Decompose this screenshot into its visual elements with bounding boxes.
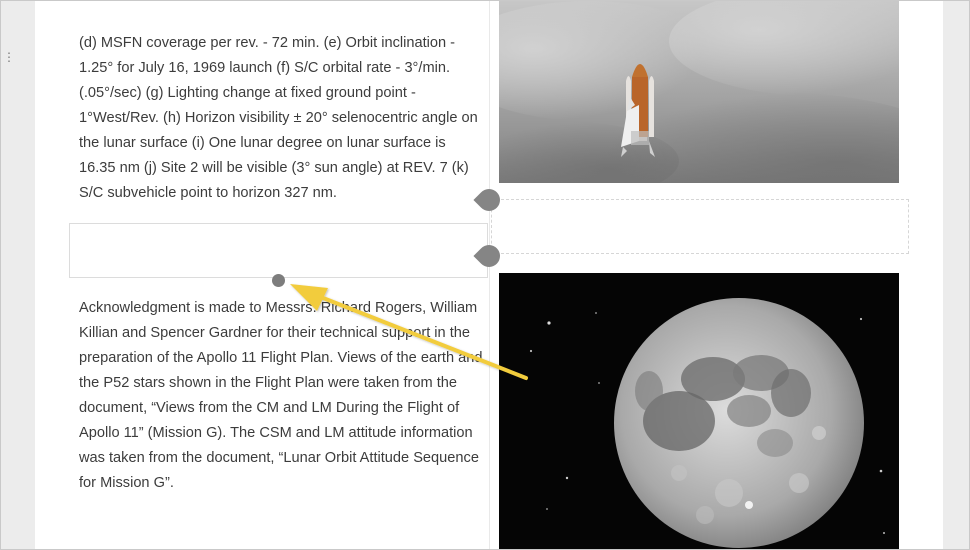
paragraph-block-2[interactable]: Acknowledgment is made to Messrs. Richar…	[79, 296, 484, 496]
column-divider	[489, 1, 490, 549]
drag-handle-icon[interactable]: ⋮	[3, 51, 15, 73]
resize-handle-icon[interactable]	[272, 274, 285, 287]
moon-image[interactable]	[499, 273, 899, 549]
drop-zone-placeholder[interactable]	[491, 199, 909, 254]
editor-window: ⋮ min. (d) MSFN coverage per rev. - 72 m…	[0, 0, 970, 550]
shuttle-image[interactable]	[499, 1, 899, 183]
paragraph-block-1[interactable]: (d) MSFN coverage per rev. - 72 min. (e)…	[79, 31, 484, 206]
drop-marker-top-icon[interactable]	[473, 184, 505, 216]
empty-content-block[interactable]	[69, 223, 488, 278]
text-fragment: min.	[79, 1, 484, 9]
drop-marker-bottom-icon[interactable]	[473, 240, 505, 272]
